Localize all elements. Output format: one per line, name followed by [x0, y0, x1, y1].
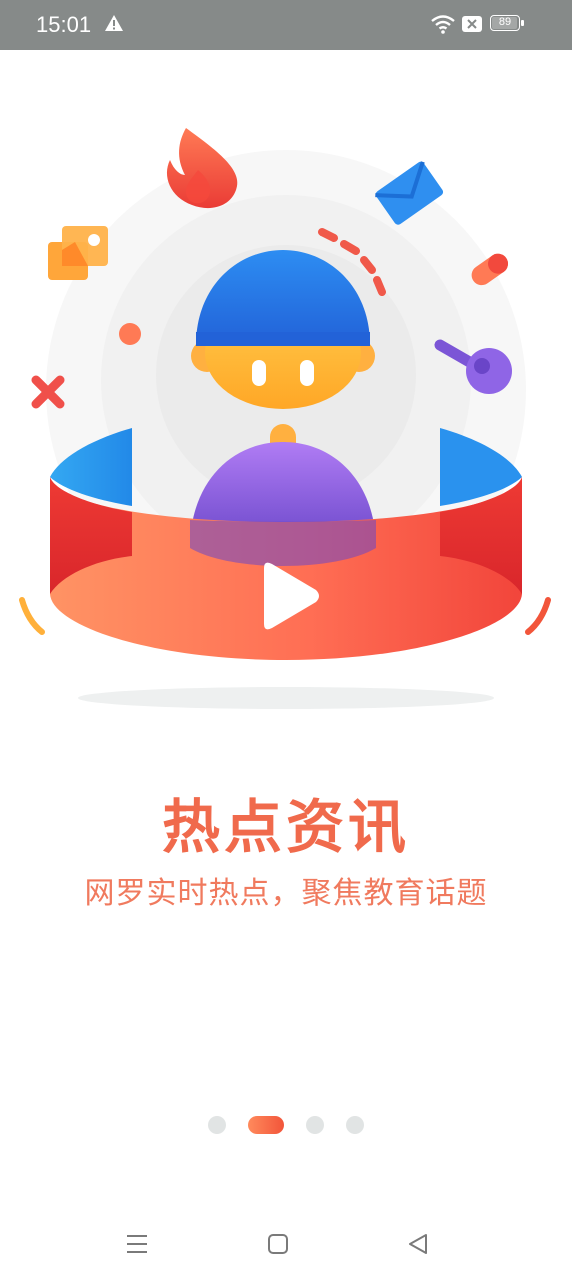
sim-off-icon [462, 16, 482, 36]
page-title: 热点资讯 [161, 793, 410, 861]
page-indicator [0, 1115, 572, 1135]
page-dot [248, 1116, 284, 1134]
home-icon[interactable] [268, 1234, 288, 1258]
page-dot [306, 1116, 324, 1134]
wifi-icon [430, 14, 456, 38]
warning-icon [104, 14, 124, 36]
back-icon[interactable] [408, 1234, 428, 1258]
battery-level: 89 [498, 16, 512, 28]
battery-icon: 89 [490, 15, 524, 31]
hot-news-illustration [19, 128, 551, 709]
status-bar: 15:01 89 [0, 0, 572, 50]
navigation-bar [0, 1200, 572, 1280]
decor-arc-left [19, 597, 45, 635]
flame-icon [166, 128, 238, 209]
decor-arc-right [525, 597, 551, 635]
ground-shadow [78, 687, 494, 709]
decor-dot [119, 323, 141, 345]
menu-icon[interactable] [126, 1234, 148, 1258]
battery-tip [521, 20, 524, 26]
page-subtitle: 网罗实时热点，聚焦教育话题 [84, 876, 488, 911]
page-dot [208, 1116, 226, 1134]
status-time: 15:01 [36, 12, 92, 37]
page-dot [346, 1116, 364, 1134]
